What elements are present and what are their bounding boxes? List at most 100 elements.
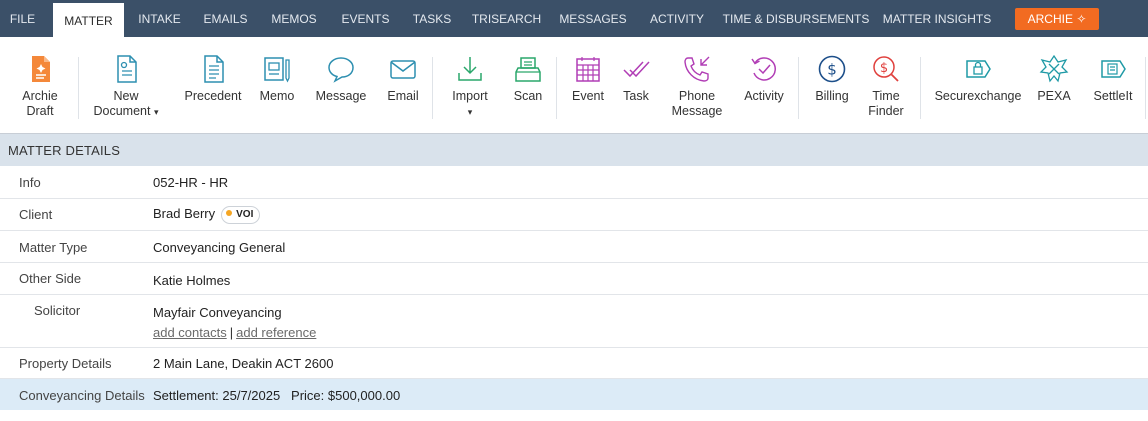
precedent-icon <box>204 55 224 83</box>
archie-label: ARCHIE <box>1027 12 1073 26</box>
message-label: Message <box>315 89 367 103</box>
settleit-icon <box>1101 60 1126 78</box>
property-details-value: 2 Main Lane, Deakin ACT 2600 <box>153 356 334 371</box>
new-document-label: New Document ▾ <box>88 89 164 120</box>
new-document-text: New Document <box>93 89 151 118</box>
link-divider: | <box>229 325 234 340</box>
download-icon <box>458 57 482 81</box>
securexchange-button[interactable]: Securexchange <box>930 37 1026 133</box>
phone-message-button[interactable]: Phone Message <box>668 37 726 133</box>
new-document-button[interactable]: New Document ▾ <box>88 37 164 133</box>
client-label: Client <box>19 207 53 222</box>
settleit-label: SettleIt <box>1093 89 1133 103</box>
conveyancing-details-row[interactable]: Conveyancing Details Settlement: 25/7/20… <box>0 379 1148 410</box>
solicitor-label: Solicitor <box>34 303 81 318</box>
separator <box>798 57 799 119</box>
separator <box>556 57 557 119</box>
double-check-icon <box>623 61 650 78</box>
envelope-icon <box>390 60 416 79</box>
tab-intake[interactable]: INTAKE <box>132 0 187 37</box>
search-dollar-icon: $ <box>873 56 899 82</box>
tab-memos[interactable]: MEMOS <box>266 0 322 37</box>
separator <box>432 57 433 119</box>
scan-button[interactable]: Scan <box>506 37 550 133</box>
memo-label: Memo <box>259 89 295 103</box>
top-navigation: FILE MATTER INTAKE EMAILS MEMOS EVENTS T… <box>0 0 1148 37</box>
info-label: Info <box>19 175 41 190</box>
client-row: Client Brad Berry VOI <box>0 199 1148 231</box>
dollar-circle-icon: $ <box>818 55 846 83</box>
client-name[interactable]: Brad Berry <box>153 206 215 221</box>
other-side-label: Other Side <box>19 271 82 286</box>
conveyancing-details-value: Settlement: 25/7/2025 Price: $500,000.00 <box>153 388 401 403</box>
scan-label: Scan <box>513 89 543 103</box>
info-row: Info 052-HR - HR <box>0 166 1148 199</box>
pexa-label: PEXA <box>1037 89 1071 103</box>
phone-message-label: Phone Message <box>671 89 723 118</box>
voi-badge[interactable]: VOI <box>221 206 261 224</box>
separator <box>78 57 79 119</box>
add-reference-link[interactable]: add reference <box>236 325 316 340</box>
matter-type-value: Conveyancing General <box>153 240 286 255</box>
add-contacts-link[interactable]: add contacts <box>153 325 227 340</box>
chevron-down-icon: ▾ <box>153 107 159 117</box>
pexa-logo-icon <box>1039 54 1069 83</box>
solicitor-value[interactable]: Mayfair Conveyancing <box>153 305 282 320</box>
time-finder-button[interactable]: $ Time Finder <box>862 37 910 133</box>
activity-button[interactable]: Activity <box>736 37 792 133</box>
precedent-button[interactable]: Precedent <box>180 37 246 133</box>
solicitor-row: Solicitor Mayfair Conveyancing add conta… <box>0 295 1148 348</box>
svg-text:$: $ <box>880 61 888 76</box>
history-check-icon <box>751 57 776 81</box>
chevron-down-icon: ▾ <box>467 107 473 117</box>
tab-tasks[interactable]: TASKS <box>408 0 456 37</box>
billing-button[interactable]: $ Billing <box>808 37 856 133</box>
tab-trisearch[interactable]: TRISEARCH <box>468 0 545 37</box>
securexchange-label: Securexchange <box>934 89 1022 103</box>
import-label: Import ▾ <box>444 89 496 120</box>
archie-draft-button[interactable]: Archie Draft <box>12 37 68 133</box>
tab-file[interactable]: FILE <box>0 0 45 37</box>
import-text: Import <box>452 89 488 103</box>
task-button[interactable]: Task <box>614 37 658 133</box>
email-button[interactable]: Email <box>380 37 426 133</box>
toolbar-ribbon: Archie Draft New Document ▾ Precedent Me… <box>0 37 1148 134</box>
tab-time-disbursements[interactable]: TIME & DISBURSEMENTS <box>722 0 870 37</box>
other-side-row: Other Side Katie Holmes <box>0 263 1148 295</box>
tab-events[interactable]: EVENTS <box>336 0 395 37</box>
archie-document-icon <box>32 56 50 82</box>
tab-activity[interactable]: ACTIVITY <box>644 0 710 37</box>
property-details-label: Property Details <box>19 356 112 371</box>
tab-matter[interactable]: MATTER <box>53 0 124 37</box>
billing-label: Billing <box>815 89 849 103</box>
separator <box>1145 57 1146 119</box>
matter-details-heading: MATTER DETAILS <box>0 134 1148 166</box>
memo-icon <box>264 57 290 83</box>
message-button[interactable]: Message <box>310 37 372 133</box>
conveyancing-details-label: Conveyancing Details <box>19 388 145 403</box>
other-side-value[interactable]: Katie Holmes <box>153 273 230 288</box>
tab-messages[interactable]: MESSAGES <box>556 0 630 37</box>
scanner-icon <box>515 57 541 82</box>
import-button[interactable]: Import ▾ <box>444 37 496 133</box>
tab-emails[interactable]: EMAILS <box>197 0 254 37</box>
property-details-row: Property Details 2 Main Lane, Deakin ACT… <box>0 348 1148 379</box>
memo-button[interactable]: Memo <box>252 37 302 133</box>
activity-label: Activity <box>744 89 784 103</box>
archie-button[interactable]: ARCHIE ✧ <box>1015 8 1099 30</box>
email-label: Email <box>387 89 419 103</box>
tab-matter-insights[interactable]: MATTER INSIGHTS <box>882 0 992 37</box>
solicitor-links: add contacts | add reference <box>153 325 316 340</box>
info-value: 052-HR - HR <box>153 175 229 190</box>
event-button[interactable]: Event <box>566 37 610 133</box>
event-label: Event <box>572 89 604 103</box>
time-finder-label: Time Finder <box>868 89 904 118</box>
status-dot-icon <box>226 210 233 216</box>
separator <box>920 57 921 119</box>
secure-lock-icon <box>966 60 991 78</box>
new-document-icon <box>117 55 137 83</box>
voi-badge-text: VOI <box>236 209 254 220</box>
settleit-button[interactable]: SettleIt <box>1084 37 1142 133</box>
pexa-button[interactable]: PEXA <box>1032 37 1076 133</box>
client-value-wrap: Brad Berry VOI <box>153 206 261 224</box>
